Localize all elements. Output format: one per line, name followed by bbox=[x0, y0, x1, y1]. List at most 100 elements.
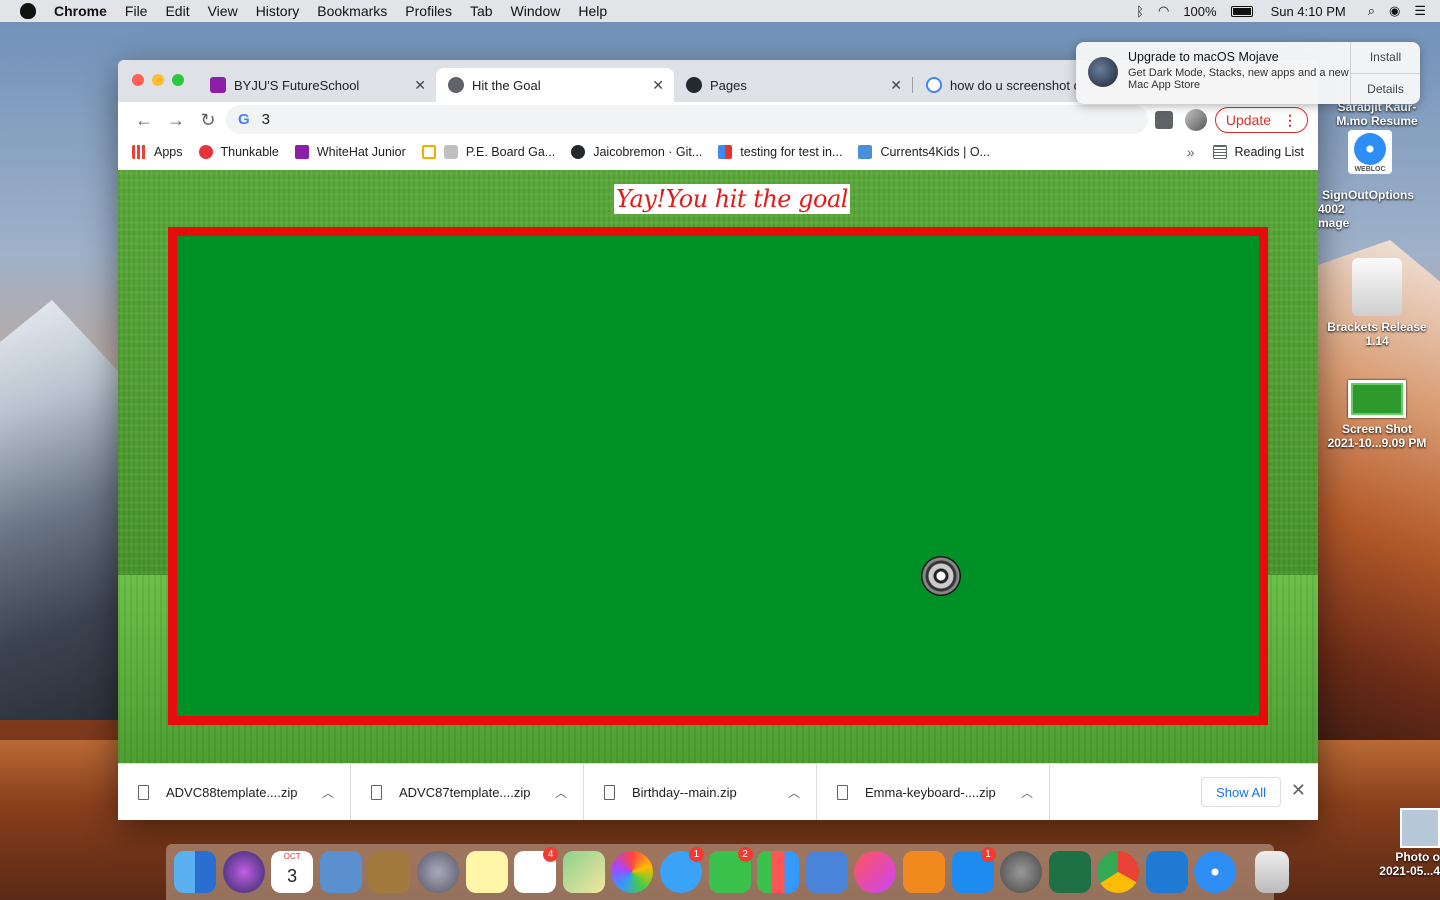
calendar-month: OCT bbox=[283, 852, 301, 861]
photos-icon[interactable] bbox=[611, 851, 654, 893]
system-preferences-icon[interactable] bbox=[1000, 851, 1043, 893]
reading-list-button[interactable]: Reading List bbox=[1212, 145, 1304, 159]
menu-extras: ᛒ ◠ 100% Sun 4:10 PM ⌕ ◉ ☰ bbox=[1122, 0, 1426, 22]
desktop-icon-resume[interactable]: Sarabjit Kaur- M.mo Resume bbox=[1318, 100, 1436, 128]
tab-pages[interactable]: Pages ✕ bbox=[674, 68, 913, 102]
extensions-puzzle-icon[interactable] bbox=[1154, 111, 1173, 129]
close-tab-icon[interactable]: ✕ bbox=[652, 77, 664, 94]
numbers-icon[interactable] bbox=[757, 851, 800, 893]
minimize-window-button[interactable] bbox=[152, 74, 164, 86]
siri-icon[interactable] bbox=[222, 851, 265, 893]
menu-window[interactable]: Window bbox=[511, 3, 561, 19]
install-button[interactable]: Install bbox=[1351, 42, 1420, 74]
battery-icon[interactable] bbox=[1230, 5, 1253, 17]
apple-icon[interactable] bbox=[20, 3, 36, 19]
messages-icon[interactable]: 1 bbox=[659, 847, 704, 893]
macos-upgrade-notification[interactable]: Upgrade to macOS Mojave Get Dark Mode, S… bbox=[1076, 42, 1420, 104]
menu-tab[interactable]: Tab bbox=[470, 3, 493, 19]
bookmark-pe-board[interactable]: P.E. Board Ga... bbox=[443, 145, 555, 159]
bookmark-apps[interactable]: Apps bbox=[132, 145, 183, 159]
bookmark-github[interactable]: Jaicobremon · Git... bbox=[571, 145, 702, 159]
bookmark-thunkable[interactable]: Thunkable bbox=[198, 145, 279, 159]
show-all-button[interactable]: Show All bbox=[1201, 777, 1281, 807]
close-tab-icon[interactable]: ✕ bbox=[414, 77, 426, 94]
profile-avatar[interactable] bbox=[1184, 109, 1207, 131]
update-button[interactable]: Update ⋮ bbox=[1214, 107, 1308, 133]
desktop-icon-signout[interactable]: SignOutOptions 4002 mage bbox=[1318, 188, 1440, 230]
menu-history[interactable]: History bbox=[256, 3, 300, 19]
forward-icon[interactable]: → bbox=[162, 110, 190, 131]
menu-bookmarks[interactable]: Bookmarks bbox=[317, 3, 387, 19]
contacts-icon[interactable] bbox=[368, 851, 411, 893]
vscode-icon[interactable] bbox=[1145, 851, 1188, 893]
google-icon: G bbox=[238, 111, 250, 128]
excel-icon[interactable] bbox=[1048, 851, 1091, 893]
download-item[interactable]: ADVC87template....zip ︿ bbox=[351, 763, 584, 820]
currents4kids-icon bbox=[858, 145, 873, 159]
tab-byjus[interactable]: BYJU'S FutureSchool ✕ bbox=[198, 68, 436, 102]
menu-profiles[interactable]: Profiles bbox=[405, 3, 452, 19]
menu-view[interactable]: View bbox=[208, 3, 238, 19]
books-icon[interactable] bbox=[902, 851, 945, 893]
spotlight-icon[interactable]: ⌕ bbox=[1368, 3, 1375, 19]
download-item[interactable]: ADVC88template....zip ︿ bbox=[118, 763, 351, 820]
download-item[interactable]: Emma-keyboard-....zip ︿ bbox=[817, 763, 1050, 820]
safari-webloc-icon: WEBLOC bbox=[1348, 130, 1392, 174]
bookmark-testing[interactable]: testing for test in... bbox=[718, 145, 842, 159]
clock[interactable]: Sun 4:10 PM bbox=[1271, 4, 1346, 19]
facetime-icon[interactable]: 2 bbox=[708, 847, 753, 893]
details-button[interactable]: Details bbox=[1351, 74, 1420, 105]
notification-actions: Install Details bbox=[1350, 42, 1420, 104]
more-bookmarks-chevron-icon[interactable]: » bbox=[1187, 144, 1195, 160]
desktop-icon-brackets[interactable]: Brackets Release 1.14 bbox=[1318, 258, 1436, 348]
launchpad-icon[interactable] bbox=[416, 851, 459, 893]
chevron-up-icon[interactable]: ︿ bbox=[788, 784, 800, 801]
tab-hit-the-goal[interactable]: Hit the Goal ✕ bbox=[436, 68, 674, 102]
desktop-icon-webloc[interactable]: WEBLOC bbox=[1346, 130, 1394, 178]
calendar-icon[interactable]: OCT 3 bbox=[271, 851, 314, 893]
notes-icon[interactable] bbox=[465, 851, 508, 893]
bookmark-currents4kids[interactable]: Currents4Kids | O... bbox=[858, 145, 990, 159]
siri-icon[interactable]: ◉ bbox=[1389, 3, 1400, 19]
bookmark-whitehat[interactable]: WhiteHat Junior bbox=[294, 145, 406, 159]
finder-icon[interactable] bbox=[174, 851, 216, 893]
chrome-icon[interactable] bbox=[1097, 851, 1140, 893]
menu-help[interactable]: Help bbox=[578, 3, 607, 19]
download-item[interactable]: Birthday--main.zip ︿ bbox=[584, 763, 817, 820]
menu-file[interactable]: File bbox=[125, 3, 148, 19]
chevron-up-icon[interactable]: ︿ bbox=[555, 784, 567, 801]
battery-percent[interactable]: 100% bbox=[1183, 4, 1216, 19]
notification-center-icon[interactable]: ☰ bbox=[1414, 3, 1426, 19]
keynote-icon[interactable] bbox=[805, 851, 848, 893]
menu-app-name[interactable]: Chrome bbox=[54, 3, 107, 19]
desktop-icon-photo[interactable]: Photo o 2021-05...4 bbox=[1368, 808, 1440, 878]
app-store-icon[interactable]: 1 bbox=[951, 847, 996, 893]
tab-title: Pages bbox=[710, 77, 747, 93]
chevron-up-icon[interactable]: ︿ bbox=[322, 784, 334, 801]
address-bar[interactable]: G 3 bbox=[226, 105, 1148, 134]
desktop-icon-screenshot[interactable]: Screen Shot 2021-10...9.09 PM bbox=[1318, 380, 1436, 450]
close-window-button[interactable] bbox=[132, 74, 144, 86]
tab-title: BYJU'S FutureSchool bbox=[234, 77, 360, 93]
desktop-icon-label: 4002 bbox=[1318, 202, 1345, 216]
close-downloads-icon[interactable]: ✕ bbox=[1291, 780, 1306, 801]
wifi-icon[interactable]: ◠ bbox=[1158, 3, 1169, 19]
reload-icon[interactable]: ↻ bbox=[194, 110, 222, 131]
trash-icon[interactable] bbox=[1255, 851, 1290, 893]
reminders-icon[interactable]: 4 bbox=[514, 847, 559, 893]
toolbar-actions: Update ⋮ bbox=[1154, 105, 1308, 135]
bookmark-folder[interactable] bbox=[421, 145, 436, 159]
menu-edit[interactable]: Edit bbox=[165, 3, 189, 19]
game-canvas[interactable]: Yay!You hit the goal bbox=[118, 170, 1318, 763]
bluetooth-icon[interactable]: ᛒ bbox=[1136, 4, 1144, 19]
maps-icon[interactable] bbox=[562, 851, 605, 893]
soccer-ball-icon[interactable] bbox=[921, 556, 961, 596]
itunes-icon[interactable] bbox=[854, 851, 897, 893]
zoom-window-button[interactable] bbox=[172, 74, 184, 86]
back-icon[interactable]: ← bbox=[130, 110, 158, 131]
chevron-up-icon[interactable]: ︿ bbox=[1021, 784, 1033, 801]
safari-icon[interactable] bbox=[1194, 851, 1237, 893]
facetime-badge: 2 bbox=[737, 847, 753, 862]
preview-icon[interactable] bbox=[319, 851, 362, 893]
close-tab-icon[interactable]: ✕ bbox=[890, 77, 902, 94]
